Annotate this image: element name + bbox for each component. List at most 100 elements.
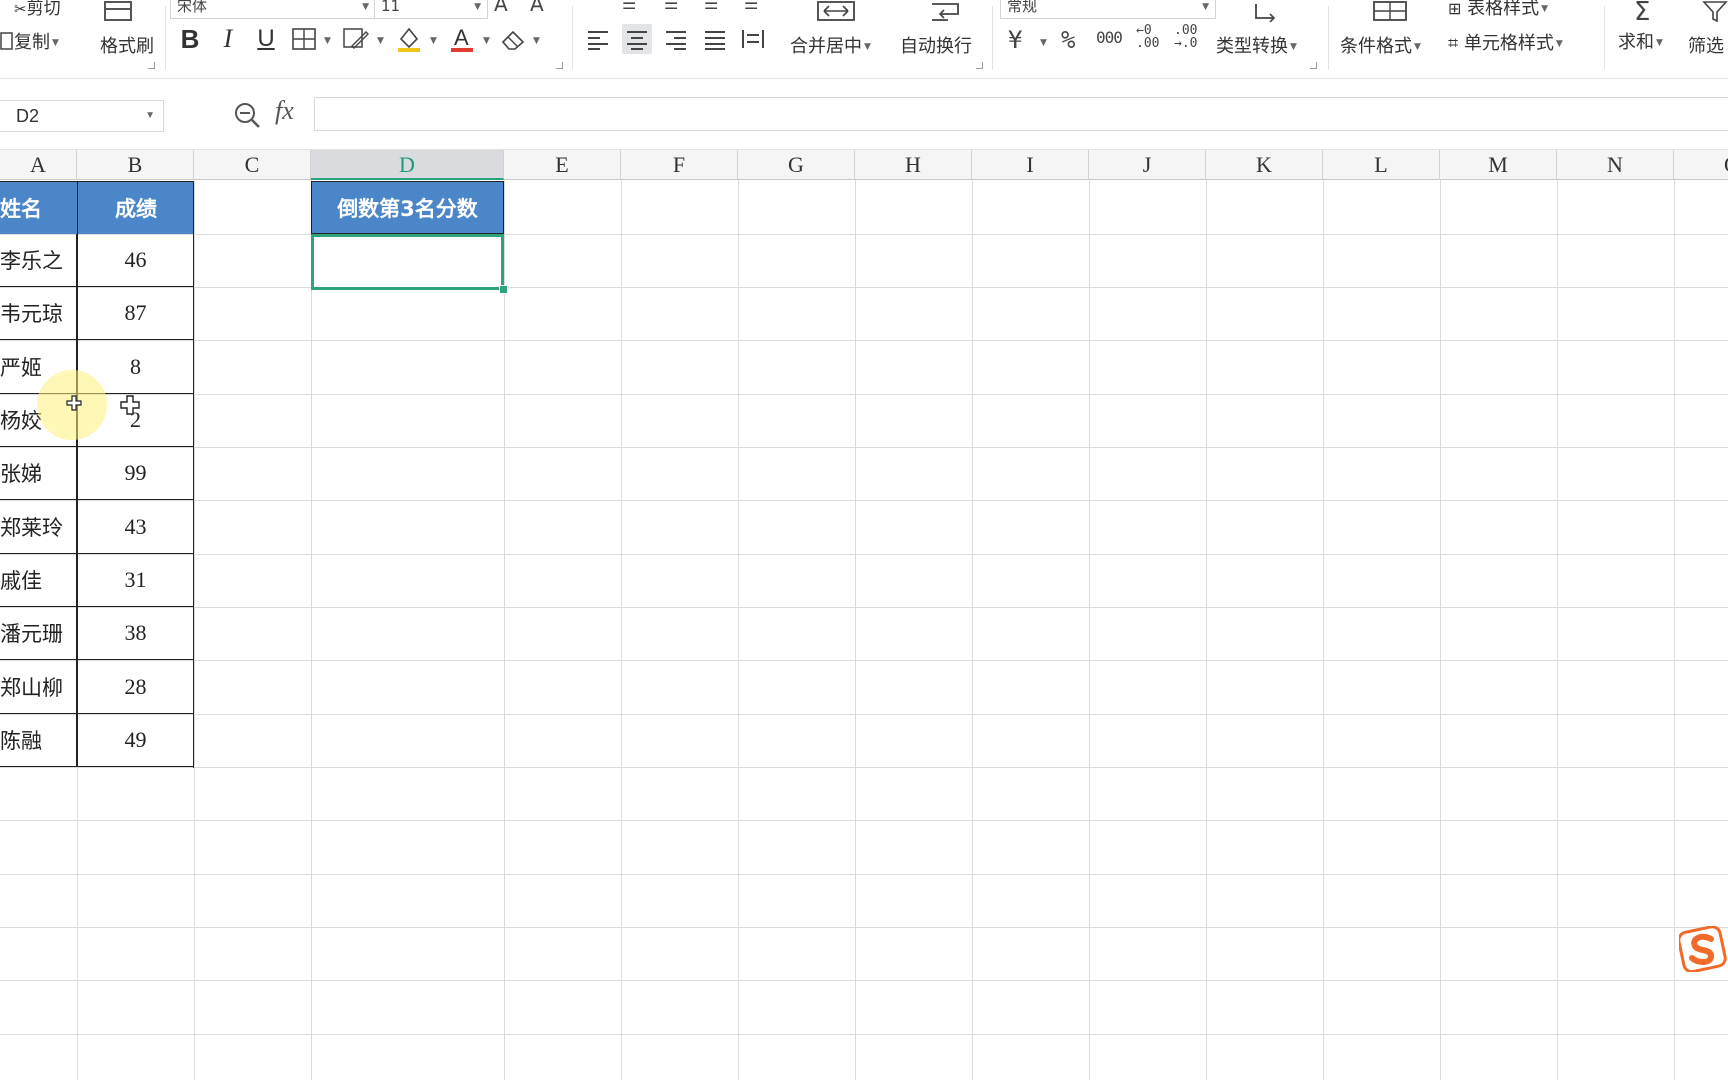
italic-icon: I <box>223 24 233 53</box>
thousands-button[interactable]: 000 <box>1096 28 1123 47</box>
score-cell[interactable]: 43 <box>77 500 194 554</box>
percent-button[interactable]: % <box>1061 26 1075 54</box>
column-header[interactable]: B <box>77 150 194 180</box>
zoom-icon[interactable] <box>233 101 261 133</box>
score-cell[interactable]: 87 <box>77 287 194 340</box>
score-cell[interactable]: 99 <box>77 447 194 500</box>
decrease-decimal-icon[interactable]: .00 →.0 <box>1174 24 1197 50</box>
align-right-button[interactable] <box>661 24 691 54</box>
justify-button[interactable] <box>700 24 730 54</box>
copy-button[interactable]: 复制 ▼ <box>0 28 59 54</box>
column-header[interactable]: L <box>1323 150 1440 180</box>
font-name-select[interactable]: 宋体 ▼ <box>170 0 376 19</box>
number-format-select[interactable]: 常规 ▼ <box>1000 0 1216 19</box>
align-center-button[interactable] <box>622 24 652 54</box>
font-color-button[interactable]: A <box>447 24 477 54</box>
column-header[interactable]: C <box>194 150 311 180</box>
clear-button[interactable] <box>498 24 528 54</box>
name-cell[interactable]: 陈融 <box>0 714 77 767</box>
sum-button[interactable]: Σ 求和 ▼ <box>1618 0 1663 54</box>
merge-cells-icon <box>817 1 855 21</box>
type-convert-button[interactable]: 类型转换 ▼ <box>1216 0 1297 58</box>
sogou-ime-icon[interactable] <box>1679 926 1727 972</box>
name-cell[interactable]: 潘元珊 <box>0 607 77 660</box>
font-color-icon: A <box>451 25 473 52</box>
underline-button[interactable]: U <box>251 24 281 54</box>
fill-color-button[interactable] <box>394 24 424 54</box>
table-style-button[interactable]: ⊞ 表格样式 ▼ <box>1448 0 1548 20</box>
column-header[interactable]: I <box>972 150 1089 180</box>
merge-center-label: 合并居中 <box>790 36 862 57</box>
outdent-icon[interactable]: ☰ <box>744 0 758 13</box>
selected-cell-d2[interactable] <box>311 234 504 290</box>
wrap-text-button[interactable]: 自动换行 <box>900 0 972 58</box>
indent-icon[interactable]: ☰ <box>704 0 718 13</box>
merge-center-button[interactable]: 合并居中 ▼ <box>790 0 871 58</box>
column-header[interactable]: A <box>0 150 77 180</box>
column-header[interactable]: J <box>1089 150 1206 180</box>
column-header[interactable]: M <box>1440 150 1557 180</box>
column-header[interactable]: N <box>1557 150 1674 180</box>
distribute-button[interactable] <box>738 24 768 54</box>
fx-button[interactable]: fx <box>275 96 294 126</box>
name-box[interactable]: D2 ▼ <box>0 100 164 132</box>
number-expand-icon[interactable] <box>1310 62 1317 69</box>
bold-button[interactable]: B <box>175 24 205 54</box>
column-header-selected[interactable]: D <box>311 150 504 180</box>
bold-icon: B <box>180 23 200 54</box>
name-cell[interactable]: 韦元琼 <box>0 287 77 340</box>
cell-effect-button[interactable] <box>341 24 371 54</box>
wrap-text-icon <box>932 3 959 21</box>
name-cell[interactable]: 郑山柳 <box>0 660 77 714</box>
font-size-select[interactable]: 11 ▼ <box>374 0 488 19</box>
cell-style-button[interactable]: ⌗ 单元格样式 ▼ <box>1448 29 1563 55</box>
score-cell[interactable]: 49 <box>77 714 194 767</box>
header-cell-third-lowest[interactable]: 倒数第3名分数 <box>311 181 504 234</box>
italic-button[interactable]: I <box>213 24 243 54</box>
column-header[interactable]: O <box>1674 150 1728 180</box>
chevron-down-icon[interactable]: ▼ <box>145 101 155 131</box>
name-cell[interactable]: 张娣 <box>0 447 77 500</box>
formula-input[interactable] <box>314 97 1728 131</box>
conditional-format-icon <box>1373 1 1407 21</box>
table-style-icon: ⊞ <box>1448 0 1462 18</box>
decrease-font-icon[interactable]: A <box>530 0 544 16</box>
column-header[interactable]: F <box>621 150 738 180</box>
header-cell-score[interactable]: 成绩 <box>77 181 194 234</box>
wrap-text-label: 自动换行 <box>900 36 972 57</box>
conditional-format-label: 条件格式 <box>1340 36 1412 57</box>
cut-button[interactable]: ✂剪切 <box>14 0 61 19</box>
column-header[interactable]: G <box>738 150 855 180</box>
borders-button[interactable] <box>289 24 319 54</box>
align-top-icon[interactable]: ☰ <box>622 0 636 13</box>
score-cell[interactable]: 38 <box>77 607 194 660</box>
align-middle-icon[interactable]: ☰ <box>664 0 678 13</box>
currency-button[interactable]: ¥ <box>1008 26 1022 54</box>
brush-icon <box>104 1 132 21</box>
fill-handle[interactable] <box>499 285 508 294</box>
score-cell[interactable]: 28 <box>77 660 194 714</box>
score-cell[interactable]: 31 <box>77 554 194 607</box>
justify-icon <box>705 31 725 50</box>
filter-button[interactable]: 筛选 <box>1688 0 1728 58</box>
name-cell[interactable]: 李乐之 <box>0 234 77 287</box>
funnel-icon <box>1702 1 1728 23</box>
alignment-expand-icon[interactable] <box>976 62 983 69</box>
name-cell[interactable]: 郑莱玲 <box>0 500 77 554</box>
increase-font-icon[interactable]: A <box>494 0 508 16</box>
format-cells-icon <box>343 28 369 49</box>
format-painter-button[interactable]: 格式刷 <box>100 0 154 58</box>
increase-decimal-icon[interactable]: ←0.00 <box>1136 24 1159 50</box>
header-cell-name[interactable]: 姓名 <box>0 181 77 234</box>
conditional-format-button[interactable]: 条件格式 ▼ <box>1340 0 1421 58</box>
align-left-button[interactable] <box>583 24 613 54</box>
name-cell[interactable]: 戚佳 <box>0 554 77 607</box>
score-cell[interactable]: 46 <box>77 234 194 287</box>
font-expand-icon[interactable] <box>556 62 563 69</box>
column-header[interactable]: H <box>855 150 972 180</box>
column-header[interactable]: E <box>504 150 621 180</box>
svg-text:A: A <box>454 25 469 50</box>
clipboard-expand-icon[interactable] <box>148 62 155 69</box>
column-header[interactable]: K <box>1206 150 1323 180</box>
thousands-icon: 000 <box>1096 28 1123 47</box>
